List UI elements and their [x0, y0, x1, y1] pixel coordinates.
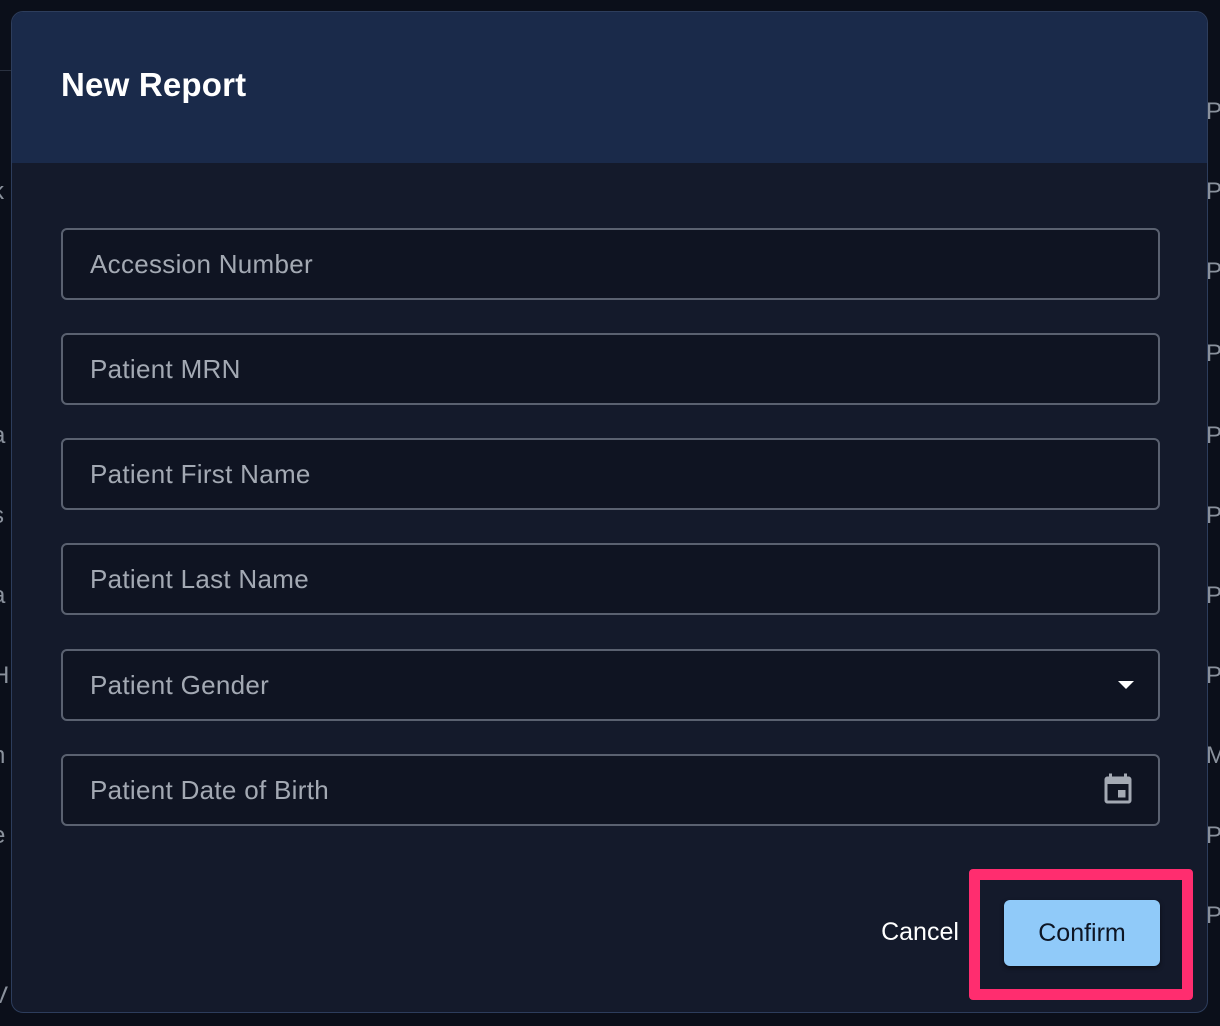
- patient-mrn-field[interactable]: Patient MRN: [61, 333, 1160, 405]
- calendar-icon[interactable]: [1100, 772, 1136, 808]
- background-text-fragment: P: [1206, 178, 1220, 205]
- patient-last-name-field[interactable]: Patient Last Name: [61, 543, 1160, 615]
- patient-mrn-placeholder: Patient MRN: [90, 354, 241, 384]
- background-text-fragment: P: [1206, 662, 1220, 689]
- patient-gender-placeholder: Patient Gender: [90, 670, 270, 700]
- background-text-fragment: P: [1206, 582, 1220, 609]
- confirm-button[interactable]: Confirm: [1004, 900, 1160, 966]
- background-text-fragment: P: [1206, 258, 1220, 285]
- background-text-fragment: P: [1206, 502, 1220, 529]
- patient-dob-field[interactable]: Patient Date of Birth: [61, 754, 1160, 826]
- chevron-down-icon[interactable]: [1118, 681, 1134, 689]
- background-text-fragment: e: [0, 824, 5, 848]
- background-text-fragment: P: [1206, 340, 1220, 367]
- patient-dob-placeholder: Patient Date of Birth: [90, 775, 329, 805]
- patient-gender-select[interactable]: Patient Gender: [61, 649, 1160, 721]
- patient-first-name-field[interactable]: Patient First Name: [61, 438, 1160, 510]
- dialog-header: New Report: [12, 12, 1207, 163]
- dialog-title: New Report: [61, 66, 247, 103]
- patient-last-name-placeholder: Patient Last Name: [90, 564, 309, 594]
- cancel-button[interactable]: Cancel: [864, 900, 976, 964]
- background-text-fragment: M: [1206, 742, 1220, 769]
- background-text-fragment: P: [1206, 422, 1220, 449]
- new-report-dialog: New Report Accession Number Patient MRN …: [11, 11, 1208, 1013]
- background-text-fragment: H: [0, 662, 10, 689]
- accession-number-placeholder: Accession Number: [90, 249, 313, 279]
- background-text-fragment: P: [1206, 902, 1220, 929]
- background-text-fragment: P: [1206, 822, 1220, 849]
- patient-first-name-placeholder: Patient First Name: [90, 459, 311, 489]
- background-text-fragment: s: [0, 504, 4, 528]
- background-text-fragment: a: [0, 424, 5, 448]
- background-text-fragment: a: [0, 584, 5, 608]
- background-text-fragment: P: [1206, 98, 1220, 125]
- background-text-fragment: V: [0, 982, 9, 1009]
- background-text-fragment: n: [0, 744, 5, 768]
- accession-number-field[interactable]: Accession Number: [61, 228, 1160, 300]
- background-text-fragment: k: [0, 180, 4, 204]
